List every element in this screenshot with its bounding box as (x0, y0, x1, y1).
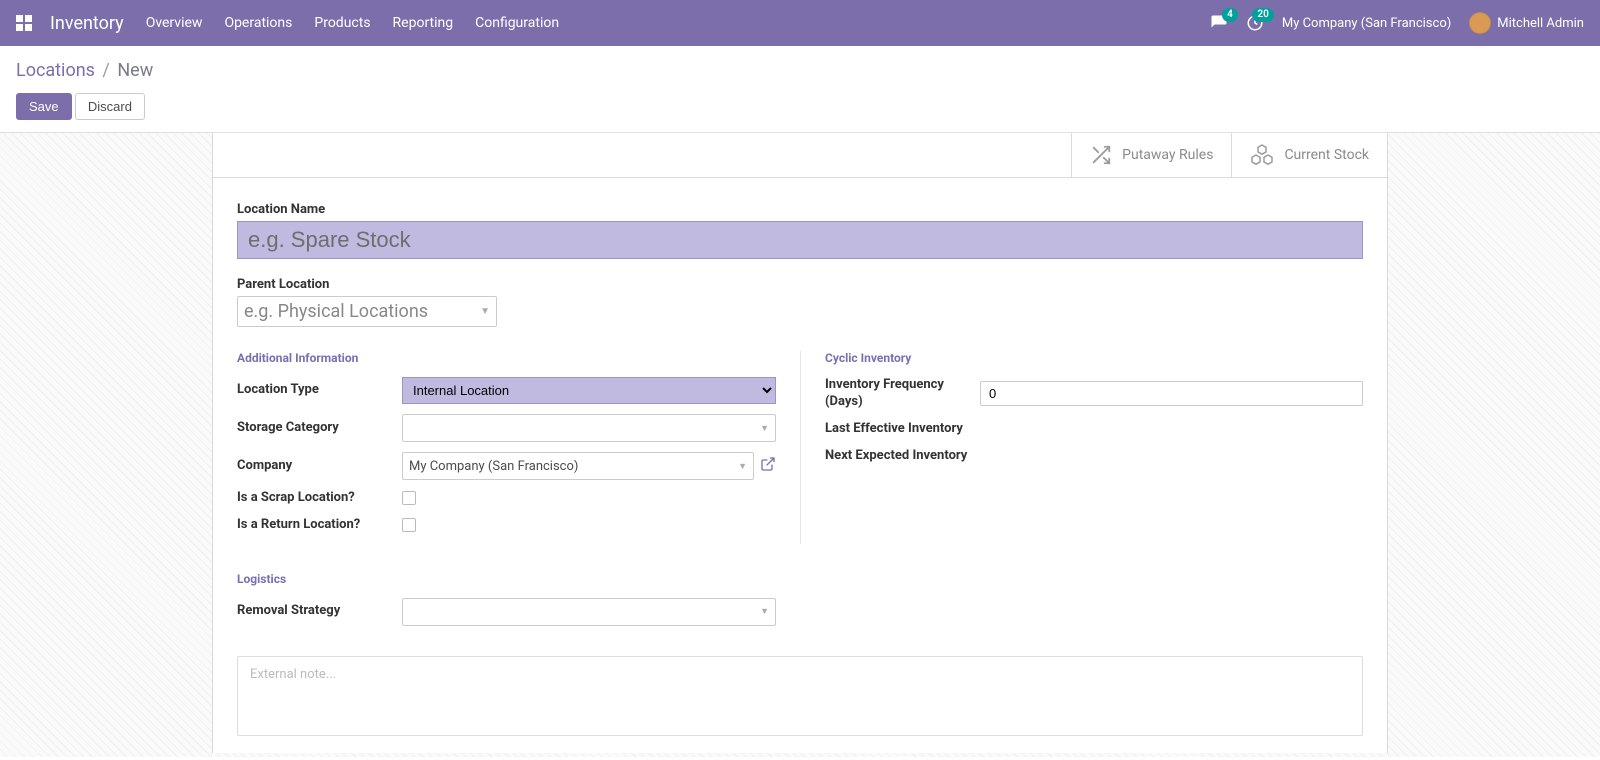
discard-button[interactable]: Discard (75, 93, 145, 120)
company-switcher[interactable]: My Company (San Francisco) (1282, 16, 1451, 31)
storage-category-select[interactable]: ▼ (402, 414, 776, 442)
last-effective-inventory-label: Last Effective Inventory (825, 421, 980, 438)
chat-badge: 4 (1222, 8, 1238, 22)
breadcrumb-parent[interactable]: Locations (16, 60, 95, 81)
putaway-rules-label: Putaway Rules (1122, 148, 1213, 162)
putaway-rules-button[interactable]: Putaway Rules (1071, 133, 1231, 177)
location-name-input[interactable] (237, 221, 1363, 259)
chat-icon[interactable]: 4 (1210, 14, 1228, 32)
breadcrumb-current: New (117, 60, 153, 81)
stat-button-row: Putaway Rules Current Stock (213, 133, 1387, 178)
is-scrap-label: Is a Scrap Location? (237, 490, 402, 507)
user-menu[interactable]: Mitchell Admin (1469, 12, 1584, 34)
apps-icon[interactable] (16, 15, 32, 31)
parent-location-label: Parent Location (237, 277, 1363, 292)
location-type-select[interactable]: Internal Location (402, 377, 776, 404)
current-stock-label: Current Stock (1284, 148, 1369, 162)
menu-operations[interactable]: Operations (224, 15, 292, 31)
menu-reporting[interactable]: Reporting (393, 15, 454, 31)
menu-overview[interactable]: Overview (146, 15, 203, 31)
external-note-input[interactable]: External note... (237, 656, 1363, 736)
removal-strategy-select[interactable]: ▼ (402, 598, 776, 626)
current-stock-button[interactable]: Current Stock (1231, 133, 1387, 177)
logistics-title: Logistics (237, 572, 1363, 586)
user-name: Mitchell Admin (1497, 16, 1584, 31)
external-link-icon[interactable] (760, 456, 776, 476)
is-return-label: Is a Return Location? (237, 517, 402, 534)
chevron-down-icon: ▼ (738, 461, 747, 472)
main-navbar: Inventory Overview Operations Products R… (0, 0, 1600, 46)
breadcrumb: Locations / New (16, 60, 1584, 81)
is-return-checkbox[interactable] (402, 518, 416, 532)
parent-location-select[interactable]: e.g. Physical Locations ▼ (237, 296, 497, 327)
cyclic-inventory-title: Cyclic Inventory (825, 351, 1363, 365)
control-panel: Locations / New Save Discard (0, 46, 1600, 133)
company-select[interactable]: My Company (San Francisco) ▼ (402, 452, 754, 480)
parent-location-placeholder: e.g. Physical Locations (244, 301, 428, 322)
breadcrumb-sep: / (102, 60, 109, 81)
storage-category-label: Storage Category (237, 420, 402, 437)
save-button[interactable]: Save (16, 93, 72, 120)
location-name-label: Location Name (237, 202, 1363, 217)
shuffle-icon (1090, 144, 1112, 166)
company-value: My Company (San Francisco) (409, 459, 578, 474)
next-expected-inventory-label: Next Expected Inventory (825, 448, 980, 465)
chevron-down-icon: ▼ (480, 306, 490, 317)
activity-icon[interactable]: 20 (1246, 14, 1264, 32)
company-label: Company (237, 458, 402, 475)
form-sheet: Putaway Rules Current Stock Location Nam… (212, 133, 1388, 753)
inventory-frequency-input[interactable] (980, 381, 1363, 406)
chevron-down-icon: ▼ (760, 423, 769, 434)
inventory-frequency-label: Inventory Frequency (Days) (825, 377, 980, 411)
app-name[interactable]: Inventory (50, 13, 124, 34)
location-type-label: Location Type (237, 382, 402, 399)
menu-configuration[interactable]: Configuration (475, 15, 559, 31)
additional-info-title: Additional Information (237, 351, 776, 365)
cubes-icon (1250, 143, 1274, 167)
menu-products[interactable]: Products (314, 15, 370, 31)
is-scrap-checkbox[interactable] (402, 491, 416, 505)
activity-badge: 20 (1252, 8, 1273, 22)
avatar (1469, 12, 1491, 34)
chevron-down-icon: ▼ (760, 606, 769, 617)
removal-strategy-label: Removal Strategy (237, 603, 402, 620)
